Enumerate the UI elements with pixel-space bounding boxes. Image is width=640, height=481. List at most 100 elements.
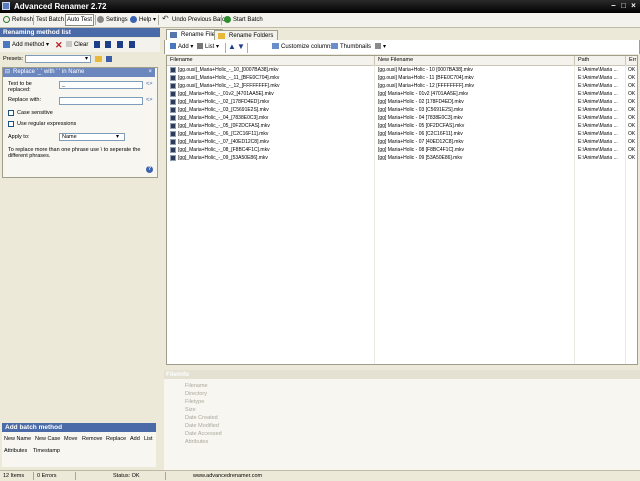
presets-select[interactable] [25, 55, 91, 63]
cell-filename: [gg]_Maria+Holic_-_01v2_[4701AA5E].mkv [178, 91, 274, 97]
collapse-icon[interactable]: ⊟ [5, 68, 10, 77]
customize-columns-button[interactable]: Customize columns [272, 43, 333, 51]
open-folder-icon[interactable] [95, 56, 102, 62]
cell-path: E:\Anime\Maria ... [578, 123, 618, 129]
minimize-icon[interactable]: – [609, 2, 618, 11]
regex-checkbox[interactable] [8, 121, 14, 127]
save-icon[interactable] [106, 56, 112, 62]
close-method-icon[interactable]: × [148, 68, 152, 77]
cell-filename: [gg]_Maria+Holic_-_08_[F8BC4F1C].mkv [178, 147, 270, 153]
cell-new-filename: [gg] Maria+Holic - 03 [C5691E2S].mkv [378, 107, 464, 113]
move-down-icon[interactable] [117, 41, 123, 48]
cell-path: E:\Anime\Maria ... [578, 115, 618, 121]
batch-method-new-name[interactable]: New Name [4, 436, 31, 442]
toolbar-divider [247, 43, 248, 53]
gear-icon [97, 15, 104, 23]
batch-method-add[interactable]: Add [130, 436, 140, 442]
help-icon [130, 15, 137, 23]
maximize-icon[interactable]: □ [619, 2, 628, 11]
batch-method-remove[interactable]: Remove [82, 436, 102, 442]
refresh-button[interactable]: Refresh [3, 15, 33, 25]
presets-row: Presets: ▾ [0, 53, 160, 65]
table-row[interactable]: [gg]_Maria+Holic_-_08_[F8BC4F1C].mkv [gg]… [167, 146, 637, 154]
status-error-count: 0 Errors [37, 473, 57, 479]
auto-test-toggle[interactable]: Auto Test [65, 14, 94, 26]
file-icon [170, 123, 176, 129]
table-row[interactable]: [gg.ousi]_Maria+Holic_-_11_[BFE0C704].mk… [167, 74, 637, 82]
table-row[interactable]: [gg.ousi]_Maria+Holic_-_10_[0007BA38].mk… [167, 66, 637, 74]
table-row[interactable]: [gg]_Maria+Holic_-_09_[53A50E86].mkv [gg]… [167, 154, 637, 162]
add-method-button[interactable]: Add method ▾ [3, 40, 49, 50]
fileinfo-filetype-label: Filetype [185, 399, 205, 405]
file-icon [170, 147, 176, 153]
close-icon[interactable]: × [629, 2, 638, 11]
batch-method-replace[interactable]: Replace [106, 436, 126, 442]
thumbnails-button[interactable]: Thumbnails [331, 43, 371, 51]
tag-icon[interactable]: <> [146, 97, 152, 103]
toolbar-divider [158, 15, 159, 25]
text-to-replace-input[interactable]: _ [59, 81, 143, 89]
table-row[interactable]: [gg.ousi]_Maria+Holic_-_12_[FFFFFFFF].mk… [167, 82, 637, 90]
table-row[interactable]: [gg]_Maria+Holic_-_05_[0F2DCFAS].mkv [gg]… [167, 122, 637, 130]
cell-filename: [gg.ousi]_Maria+Holic_-_11_[BFE0C704].mk… [178, 75, 280, 81]
help-icon[interactable]: ? [146, 166, 153, 173]
fileinfo-modified-label: Date Modified [185, 423, 219, 429]
move-top-icon[interactable]: ▲ [228, 43, 236, 51]
tab-bar: Rename Files Rename Folders [164, 29, 640, 40]
tag-icon[interactable]: <> [146, 81, 152, 87]
move-down-icon[interactable]: ▼ [237, 43, 245, 51]
delete-method-icon[interactable]: ✕ [55, 40, 63, 50]
case-sensitive-label: Case sensitive [17, 110, 53, 116]
status-bar: 12 Items 0 Errors Status: OK www.advance… [0, 470, 640, 481]
cell-filename: [gg]_Maria+Holic_-_09_[53A50E86].mkv [178, 155, 268, 161]
column-filename[interactable]: Filename [167, 56, 375, 65]
table-row[interactable]: [gg]_Maria+Holic_-_02_[178FD4ED].mkv [gg]… [167, 98, 637, 106]
column-new-filename[interactable]: New Filename [375, 56, 575, 65]
cell-path: E:\Anime\Maria ... [578, 67, 618, 73]
cell-new-filename: [gg] Maria+Holic - 06 [C2C16F11].mkv [378, 131, 463, 137]
settings-button[interactable]: Settings [97, 15, 128, 25]
file-icon [170, 155, 176, 161]
replace-with-input[interactable] [59, 97, 143, 105]
table-row[interactable]: [gg]_Maria+Holic_-_04_[7838E0C3].mkv [gg]… [167, 114, 637, 122]
table-row[interactable]: [gg]_Maria+Holic_-_01v2_[4701AA5E].mkv [g… [167, 90, 637, 98]
main-toolbar: Refresh Test Batch Auto Test Settings He… [0, 13, 640, 28]
start-batch-button[interactable]: Start Batch [224, 15, 263, 25]
cell-new-filename: [gg.ousi] Maria+Holic - 10 [0007BA38].mk… [378, 67, 473, 73]
move-up-icon[interactable] [105, 41, 111, 48]
clear-button[interactable]: Clear [66, 40, 88, 50]
folder-icon [218, 33, 225, 39]
table-row[interactable]: [gg]_Maria+Holic_-_07_[40ED12C8].mkv [gg]… [167, 138, 637, 146]
cell-filename: [gg]_Maria+Holic_-_03_[C5691E2S].mkv [178, 107, 269, 113]
table-row[interactable]: [gg]_Maria+Holic_-_06_[C2C16F11].mkv [gg]… [167, 130, 637, 138]
cell-new-filename: [gg] Maria+Holic - 05 [0F2DCFAS].mkv [378, 123, 465, 129]
fileinfo-created-label: Date Created [185, 415, 218, 421]
column-error[interactable]: Err [626, 56, 637, 65]
cell-error: OK [628, 67, 636, 73]
batch-method-timestamp[interactable]: Timestamp [33, 448, 60, 454]
batch-method-new-case[interactable]: New Case [35, 436, 60, 442]
table-row[interactable]: [gg]_Maria+Holic_-_03_[C5691E2S].mkv [gg]… [167, 106, 637, 114]
batch-method-attributes[interactable]: Attributes [4, 448, 27, 454]
method-title[interactable]: ⊟ Replace '_' with ' ' in Name × [3, 68, 155, 77]
move-top-icon[interactable] [94, 41, 100, 48]
column-path[interactable]: Path [575, 56, 626, 65]
add-files-button[interactable]: Add ▾ [170, 43, 193, 51]
view-options-button[interactable]: ▾ [375, 43, 386, 51]
test-batch-button[interactable]: Test Batch [36, 15, 64, 25]
batch-method-move[interactable]: Move [64, 436, 77, 442]
website-link[interactable]: www.advancedrenamer.com [193, 472, 262, 480]
file-list[interactable]: Filename New Filename Path Err [gg.ousi]… [166, 55, 638, 365]
cell-filename: [gg]_Maria+Holic_-_02_[178FD4ED].mkv [178, 99, 270, 105]
list-button[interactable]: List ▾ [197, 43, 219, 51]
tab-rename-folders[interactable]: Rename Folders [214, 30, 279, 40]
help-button[interactable]: Help ▾ [130, 15, 156, 25]
case-sensitive-checkbox[interactable] [8, 110, 14, 116]
cell-filename: [gg]_Maria+Holic_-_07_[40ED12C8].mkv [178, 139, 270, 145]
cell-path: E:\Anime\Maria ... [578, 131, 618, 137]
refresh-icon [3, 15, 10, 23]
undo-batch-button[interactable]: ↶ Undo Previous Batch [162, 15, 228, 25]
batch-method-list[interactable]: List [144, 436, 153, 442]
move-bottom-icon[interactable] [129, 41, 135, 48]
cell-new-filename: [gg] Maria+Holic - 07 [40ED12C8].mkv [378, 139, 464, 145]
